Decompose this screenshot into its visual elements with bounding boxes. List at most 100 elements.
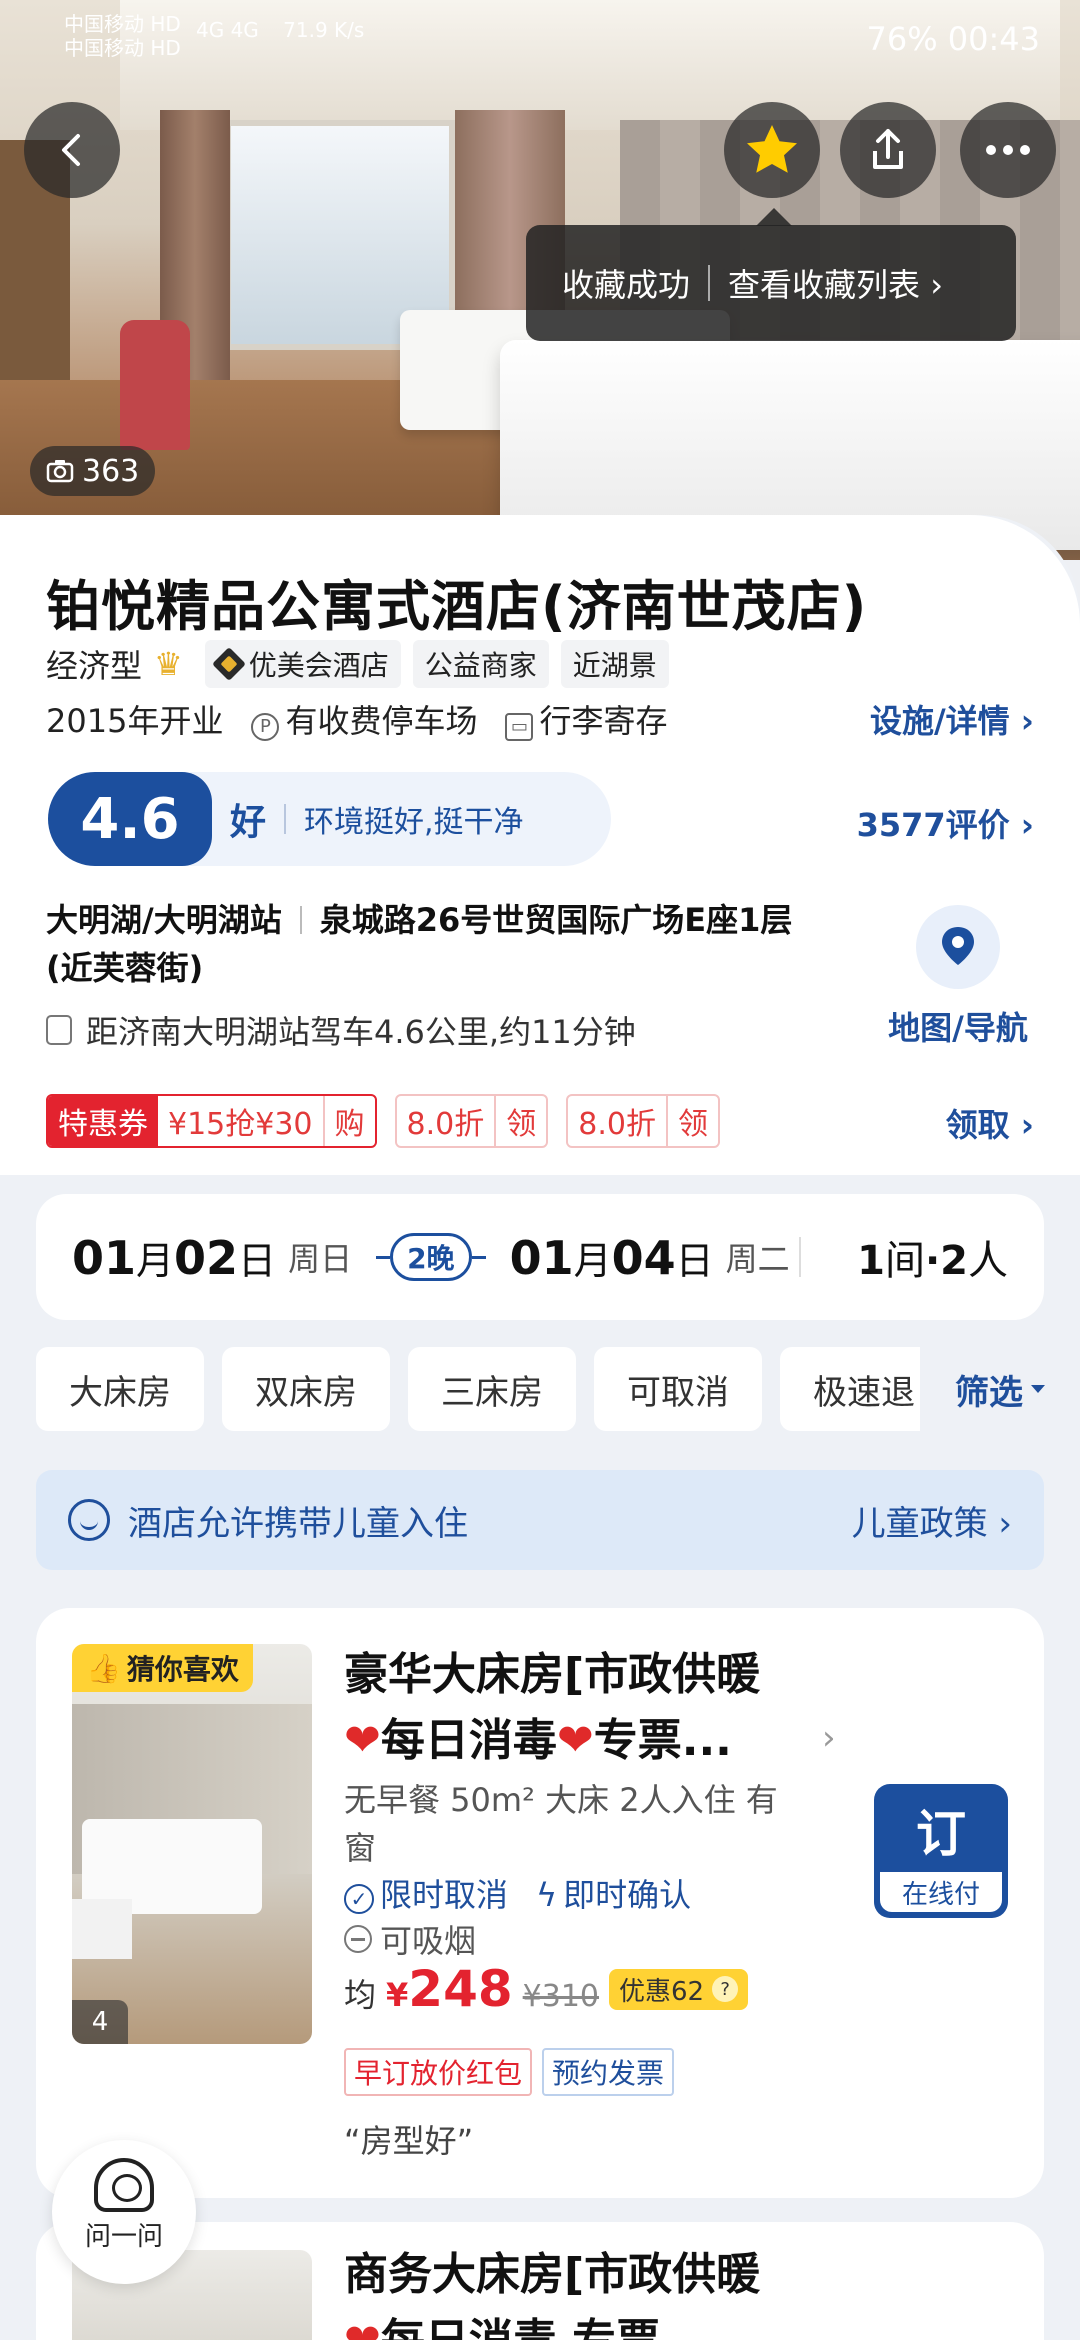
photo-count: 363 [82,453,140,489]
toast-arrow [756,208,792,226]
chevron-right-icon[interactable]: › [822,1718,836,1758]
currency-symbol: ¥ [386,1976,409,2014]
rooms-count: 1 [857,1238,885,1284]
date-divider [799,1237,802,1277]
original-price: ¥310 [522,1979,600,2014]
book-button[interactable]: 订 在线付 [874,1784,1008,1918]
carrier-info: 中国移动 HD 中国移动 HD [64,12,181,60]
carrier-2: 中国移动 HD [64,36,181,60]
check-circle-icon: ✓ [344,1884,374,1914]
rooms-guests[interactable]: 1间·2人 [857,1228,1008,1286]
filter-chip-cancelable[interactable]: 可取消 [594,1347,762,1431]
opened-year: 2015年开业 [46,702,224,740]
rating-divider [284,804,287,834]
map-label: 地图/导航 [888,1009,1028,1047]
avg-label: 均 [344,1976,377,2014]
coupon-3[interactable]: 8.0折 领 [566,1094,720,1148]
coupon-1-value: ¥15抢¥30 [168,1107,313,1142]
question-icon: ? [712,1976,739,2002]
headset-icon [94,2158,154,2212]
ask-assistant-button[interactable]: 问一问 [52,2140,196,2284]
hotel-name: 铂悦精品公寓式酒店(济南世茂店) [46,575,868,638]
coupon-2-value: 8.0折 [406,1107,485,1142]
diamond-icon [211,647,246,681]
room-photo[interactable]: 👍 猜你喜欢 4 [72,1644,312,2044]
smoking-text: 可吸烟 [380,1922,477,1960]
favorite-toast: 收藏成功 查看收藏列表 › [526,225,1016,341]
distance-text: 距济南大明湖站驾车4.6公里,约11分钟 [86,1013,636,1051]
star-icon [747,125,797,173]
camera-icon [46,460,74,483]
filter-chip-king[interactable]: 大床房 [36,1347,204,1431]
battery-time: 76% 00:43 [866,20,1040,58]
smoking-policy: 可吸烟 [344,1916,476,1962]
distance-info: 距济南大明湖站驾车4.6公里,约11分钟 [46,1007,636,1053]
heart-icon: ❤ [556,1715,594,1766]
thumbs-up-icon: 👍 [86,1651,121,1685]
photo-chair [120,320,190,450]
checkin-day: 02 [174,1230,239,1285]
coupon-1[interactable]: 特惠券 ¥15抢¥30 购 [46,1094,377,1148]
discount-badge[interactable]: 优惠62? [609,1968,749,2010]
coupon-badge: 特惠券 [48,1096,158,1146]
facilities-details-link[interactable]: 设施/详情 › [870,696,1034,742]
guests-unit: 人 [968,1238,1008,1284]
cancel-policy-text: 限时取消 [380,1876,509,1914]
coupon-2[interactable]: 8.0折 领 [394,1094,549,1148]
address-divider [299,906,302,934]
carrier-1: 中国移动 HD [64,12,181,36]
back-button[interactable] [24,102,120,198]
more-icon [986,145,1030,155]
nights-line [376,1255,391,1259]
child-policy-banner[interactable]: 酒店允许携带儿童入住 儿童政策 › [36,1470,1044,1570]
view-favorites-link[interactable]: 查看收藏列表 › [728,260,943,306]
checkout-date: 01月04日 [510,1230,714,1285]
caret-down-icon [1031,1385,1045,1393]
share-icon [873,129,903,169]
member-tag-label: 优美会酒店 [248,649,389,682]
checkout-month: 01 [509,1230,574,1285]
rating-summary[interactable]: 4.6 好 环境挺好,挺干净 [48,772,611,866]
invoice-tag: 预约发票 [542,2048,675,2096]
claim-coupons-link[interactable]: 领取 › [946,1100,1034,1146]
room-title: 豪华大床房[市政供暖 ❤每日消毒❤专票... [344,1642,814,1774]
child-policy-link[interactable]: 儿童政策 › [852,1496,1012,1545]
crown-icon: ♛ [154,645,183,683]
confirm-policy-text: 即时确认 [563,1876,692,1914]
charity-tag: 公益商家 [412,640,549,688]
reviews-link[interactable]: 3577评价 › [857,800,1034,846]
share-button[interactable] [840,102,936,198]
room-card[interactable]: 👍 猜你喜欢 4 豪华大床房[市政供暖 ❤每日消毒❤专票... › 无早餐 50m… [36,1608,1044,2198]
nights-count: 2晚 [390,1233,472,1281]
month-unit: 月 [573,1238,612,1283]
parking-info: P 有收费停车场 [251,696,477,742]
lightning-icon: ϟ [536,1876,558,1914]
hotel-type: 经济型 [46,647,143,685]
status-bar: 中国移动 HD 中国移动 HD 4G 4G 71.9 K/s 76% 00:43 [0,8,1080,68]
date-selector[interactable]: 01月02日 周日 2晚 01月04日 周二 1间·2人 [36,1194,1044,1320]
checkin-month: 01 [72,1230,137,1285]
rooms-unit: 间 [884,1238,925,1284]
photo-count-badge[interactable]: 363 [30,446,156,496]
parking-icon: P [251,712,280,741]
filter-button[interactable]: 筛选 [920,1347,1080,1431]
more-button[interactable] [960,102,1056,198]
room-review-quote: “房型好” [344,2122,474,2160]
filter-chip-triple[interactable]: 三床房 [408,1347,576,1431]
luggage-info: ▭ 行李寄存 [505,696,667,742]
member-tag: 优美会酒店 [204,640,401,688]
filter-chip-twin[interactable]: 双床房 [222,1347,390,1431]
day-unit: 日 [238,1238,277,1283]
checkout-weekday: 周二 [725,1240,790,1278]
room-title-part2: 每日消毒 专票... [381,2315,710,2340]
ask-label: 问一问 [84,2222,163,2252]
heart-icon: ❤ [344,2315,381,2340]
child-policy-text: 酒店允许携带儿童入住 [128,1503,468,1544]
lake-view-tag: 近湖景 [560,640,669,688]
map-navigation-button[interactable]: 地图/导航 [883,905,1033,1049]
favorite-button[interactable] [724,102,820,198]
recommend-badge: 👍 猜你喜欢 [72,1644,253,1692]
room-price: 均 ¥ 248 ¥310 优惠62? [344,1960,749,2018]
heart-icon: ❤ [344,1715,381,1766]
luggage-icon: ▭ [505,712,534,741]
